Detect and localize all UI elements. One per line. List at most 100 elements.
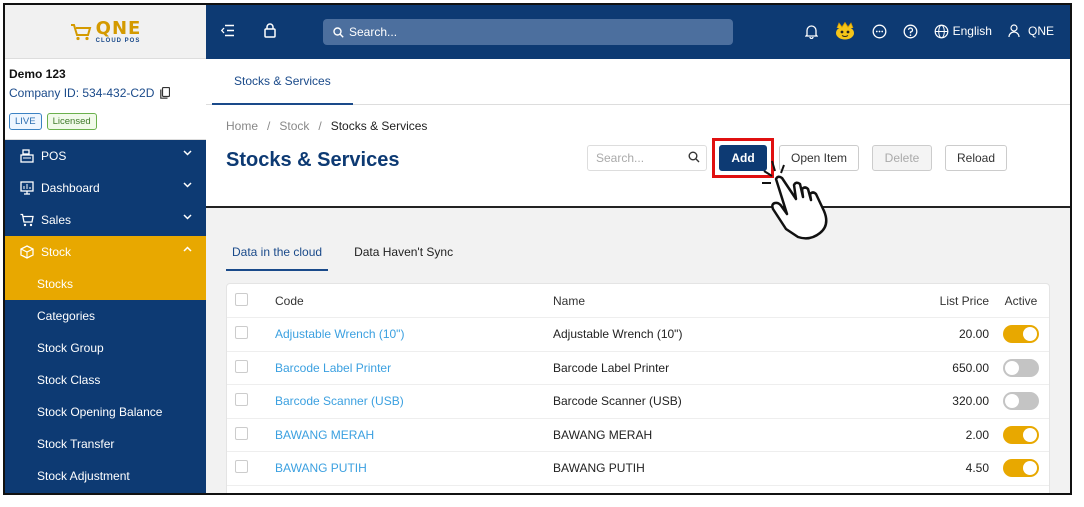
active-cell: [993, 384, 1049, 419]
item-code-link[interactable]: BLUEBERRY: [275, 485, 553, 493]
item-name: Adjustable Wrench (10"): [553, 317, 853, 352]
logo-sub-text: CLOUD POS: [95, 37, 141, 44]
sidebar-subitem-stock-adjustment[interactable]: Stock Adjustment: [5, 460, 206, 492]
user-name: QNE: [1027, 24, 1054, 38]
sidebar-item-label: Sales: [41, 213, 72, 227]
top-bar-actions: English QNE: [804, 22, 1054, 40]
table-row[interactable]: BAWANG MERAH BAWANG MERAH 2.00: [227, 418, 1049, 452]
help-icon[interactable]: [903, 24, 918, 39]
sidebar-subitem-stock-class[interactable]: Stock Class: [5, 364, 206, 396]
active-cell: [993, 451, 1049, 486]
select-all-checkbox[interactable]: [235, 292, 248, 306]
item-list-price: 10.00: [853, 485, 993, 493]
sidebar-subitem-stock-group[interactable]: Stock Group: [5, 332, 206, 364]
row-select-cell: [227, 317, 275, 352]
copy-icon[interactable]: [160, 87, 171, 99]
cart-icon: [19, 212, 35, 228]
active-toggle[interactable]: [1003, 358, 1039, 377]
row-select-cell: [227, 451, 275, 486]
sidebar-item-sales[interactable]: Sales: [5, 204, 206, 236]
stock-table-card: Code Name List Price Active Adjustable W…: [226, 283, 1050, 495]
breadcrumb-stock[interactable]: Stock: [279, 119, 309, 133]
item-code-link[interactable]: Barcode Scanner (USB): [275, 384, 553, 419]
column-header-active[interactable]: Active: [993, 284, 1049, 318]
active-toggle[interactable]: [1003, 325, 1039, 344]
sidebar-item-dashboard[interactable]: Dashboard: [5, 172, 206, 204]
pointing-hand-icon: [762, 160, 828, 240]
item-name: BAWANG PUTIH: [553, 451, 853, 486]
chevron-down-icon: [183, 214, 192, 220]
page-title: Stocks & Services: [226, 149, 400, 171]
delete-button[interactable]: Delete: [872, 145, 932, 171]
global-search-input[interactable]: Search...: [323, 19, 733, 45]
active-cell: [993, 485, 1049, 493]
breadcrumb-separator: /: [318, 119, 322, 133]
item-name: Barcode Label Printer: [553, 351, 853, 385]
sidebar-item-stock[interactable]: Stock: [5, 236, 206, 268]
item-list-price: 4.50: [853, 451, 993, 486]
sidebar-item-label: Dashboard: [41, 181, 100, 195]
chat-icon[interactable]: [872, 24, 887, 39]
active-toggle[interactable]: [1003, 425, 1039, 444]
tab-data-in-cloud[interactable]: Data in the cloud: [226, 239, 329, 271]
user-menu[interactable]: QNE: [1008, 24, 1054, 38]
breadcrumb-home[interactable]: Home: [226, 119, 258, 133]
row-checkbox[interactable]: [235, 494, 248, 495]
qne-logo[interactable]: QNE CLOUD POS: [70, 17, 142, 44]
lock-icon[interactable]: [264, 23, 276, 38]
stock-table: Code Name List Price Active Adjustable W…: [227, 284, 1049, 495]
item-code-link[interactable]: Barcode Label Printer: [275, 351, 553, 385]
table-header-row: Code Name List Price Active: [227, 284, 1049, 318]
row-checkbox[interactable]: [235, 326, 248, 340]
company-id: Company ID: 534-432-C2D: [9, 86, 202, 100]
cart-logo-icon: [70, 23, 91, 40]
select-all-cell: [227, 284, 275, 318]
table-row[interactable]: BAWANG PUTIH BAWANG PUTIH 4.50: [227, 451, 1049, 486]
row-checkbox[interactable]: [235, 426, 248, 440]
company-panel: Demo 123 Company ID: 534-432-C2D LIVE Li…: [5, 59, 206, 140]
reload-button[interactable]: Reload: [945, 145, 1007, 171]
active-cell: [993, 351, 1049, 385]
row-checkbox[interactable]: [235, 460, 248, 474]
row-select-cell: [227, 418, 275, 452]
sidebar-subitem-stocks[interactable]: Stocks: [5, 268, 206, 300]
bell-icon[interactable]: [804, 24, 818, 39]
table-row[interactable]: Barcode Label Printer Barcode Label Prin…: [227, 351, 1049, 385]
sidebar-item-label: Stock: [41, 245, 72, 259]
sidebar-subitem-stock-opening-balance[interactable]: Stock Opening Balance: [5, 396, 206, 428]
sidebar-item-pos[interactable]: POS: [5, 140, 206, 172]
sidebar-subitem-categories[interactable]: Categories: [5, 300, 206, 332]
company-name: Demo 123: [9, 67, 66, 81]
column-header-name[interactable]: Name: [553, 284, 853, 318]
search-icon[interactable]: [688, 151, 700, 163]
table-row[interactable]: Adjustable Wrench (10") Adjustable Wrenc…: [227, 317, 1049, 352]
row-checkbox[interactable]: [235, 359, 248, 373]
active-toggle[interactable]: [1003, 392, 1039, 411]
tab-data-not-synced[interactable]: Data Haven't Sync: [348, 239, 459, 271]
item-code-link[interactable]: BAWANG MERAH: [275, 418, 553, 452]
active-toggle[interactable]: [1003, 492, 1039, 493]
active-toggle[interactable]: [1003, 459, 1039, 478]
breadcrumb: Home / Stock / Stocks & Services: [226, 119, 427, 133]
stock-search-input[interactable]: Search...: [587, 145, 707, 171]
chevron-down-icon: [183, 182, 192, 188]
item-code-link[interactable]: BAWANG PUTIH: [275, 451, 553, 486]
table-row[interactable]: BLUEBERRY BLUEBERRY 10.00: [227, 485, 1049, 495]
language-selector[interactable]: English: [934, 24, 992, 39]
sidebar-subitem-stock-transfer[interactable]: Stock Transfer: [5, 428, 206, 460]
item-name: Barcode Scanner (USB): [553, 384, 853, 419]
live-badge: LIVE: [9, 113, 42, 130]
item-code-link[interactable]: Adjustable Wrench (10"): [275, 317, 553, 352]
logo-main-text: QNE: [95, 17, 142, 39]
column-header-code[interactable]: Code: [275, 284, 553, 318]
item-name: BLUEBERRY: [553, 485, 853, 493]
column-header-list-price[interactable]: List Price: [853, 284, 993, 318]
row-checkbox[interactable]: [235, 393, 248, 407]
row-select-cell: [227, 384, 275, 419]
table-row[interactable]: Barcode Scanner (USB) Barcode Scanner (U…: [227, 384, 1049, 419]
menu-collapse-icon[interactable]: [221, 24, 235, 37]
tab-stocks-services[interactable]: Stocks & Services: [212, 59, 353, 105]
top-bar: Search... English QNE: [206, 5, 1070, 59]
data-tabs: Data in the cloud Data Haven't Sync: [226, 239, 479, 271]
mascot-icon[interactable]: [834, 22, 856, 40]
